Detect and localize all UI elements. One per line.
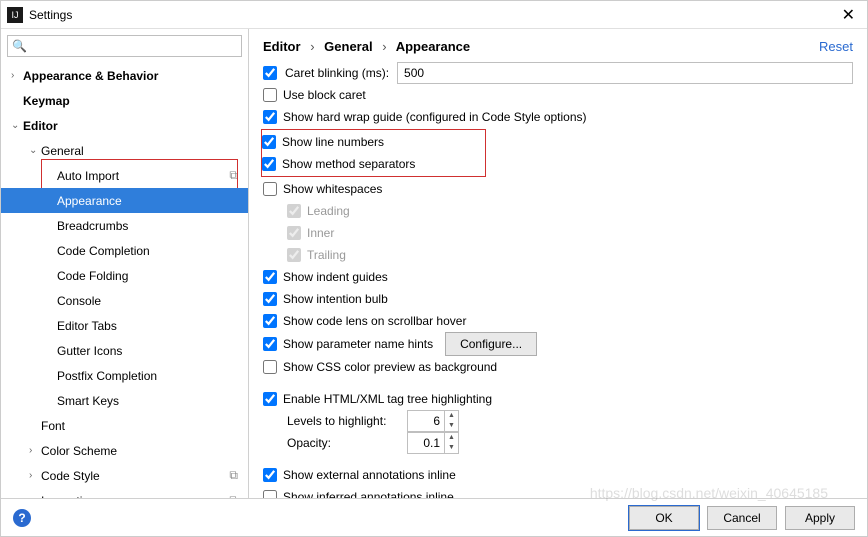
configure-button[interactable]: Configure...	[445, 332, 537, 356]
line-numbers-checkbox[interactable]	[262, 135, 276, 149]
trailing-label: Trailing	[307, 248, 346, 262]
chevron-right-icon: ›	[310, 39, 314, 54]
caret-blinking-checkbox[interactable]	[263, 66, 277, 80]
block-caret-checkbox[interactable]	[263, 88, 277, 102]
indent-guides-label: Show indent guides	[283, 270, 388, 284]
hard-wrap-label: Show hard wrap guide (configured in Code…	[283, 110, 587, 124]
tree-code-style[interactable]: ›Code Style⧉	[1, 463, 248, 488]
caret-blinking-input[interactable]	[397, 62, 853, 84]
breadcrumb: Editor › General › Appearance	[263, 39, 819, 54]
breadcrumb-general[interactable]: General	[324, 39, 372, 54]
trailing-checkbox	[287, 248, 301, 262]
levels-input[interactable]	[408, 411, 444, 431]
tag-highlight-checkbox[interactable]	[263, 392, 277, 406]
tree-code-completion[interactable]: Code Completion	[1, 238, 248, 263]
method-separators-checkbox[interactable]	[262, 157, 276, 171]
window-title: Settings	[29, 8, 836, 22]
tree-smart-keys[interactable]: Smart Keys	[1, 388, 248, 413]
inferred-annotations-label: Show inferred annotations inline	[283, 490, 454, 498]
leading-label: Leading	[307, 204, 350, 218]
copy-icon[interactable]: ⧉	[229, 493, 238, 498]
inner-label: Inner	[307, 226, 334, 240]
indent-guides-checkbox[interactable]	[263, 270, 277, 284]
breadcrumb-editor[interactable]: Editor	[263, 39, 301, 54]
copy-icon[interactable]: ⧉	[229, 468, 238, 483]
opacity-input[interactable]	[408, 433, 444, 453]
tree-breadcrumbs[interactable]: Breadcrumbs	[1, 213, 248, 238]
breadcrumb-appearance: Appearance	[396, 39, 470, 54]
tree-appearance-behavior[interactable]: ›Appearance & Behavior	[1, 63, 248, 88]
search-input[interactable]	[31, 37, 237, 55]
tree-keymap[interactable]: Keymap	[1, 88, 248, 113]
css-preview-checkbox[interactable]	[263, 360, 277, 374]
tree-editor-tabs[interactable]: Editor Tabs	[1, 313, 248, 338]
caret-blinking-label: Caret blinking (ms):	[285, 66, 389, 80]
code-lens-label: Show code lens on scrollbar hover	[283, 314, 466, 328]
ok-button[interactable]: OK	[629, 506, 699, 530]
levels-spinner[interactable]: ▲▼	[407, 410, 459, 432]
inner-checkbox	[287, 226, 301, 240]
apply-button[interactable]: Apply	[785, 506, 855, 530]
tag-highlight-label: Enable HTML/XML tag tree highlighting	[283, 392, 492, 406]
hard-wrap-checkbox[interactable]	[263, 110, 277, 124]
method-separators-label: Show method separators	[282, 157, 415, 171]
intention-bulb-checkbox[interactable]	[263, 292, 277, 306]
tree-gutter-icons[interactable]: Gutter Icons	[1, 338, 248, 363]
opacity-spinner[interactable]: ▲▼	[407, 432, 459, 454]
tree-general[interactable]: ⌄General	[1, 138, 248, 163]
tree-inspections[interactable]: Inspections⧉	[1, 488, 248, 498]
settings-tree[interactable]: ›Appearance & Behavior Keymap ⌄Editor ⌄G…	[1, 61, 248, 498]
opacity-label: Opacity:	[287, 436, 407, 450]
ext-annotations-checkbox[interactable]	[263, 468, 277, 482]
param-hints-label: Show parameter name hints	[283, 337, 433, 351]
whitespaces-label: Show whitespaces	[283, 182, 382, 196]
tree-font[interactable]: Font	[1, 413, 248, 438]
tree-appearance[interactable]: Appearance	[1, 188, 248, 213]
tree-editor[interactable]: ⌄Editor	[1, 113, 248, 138]
chevron-up-icon[interactable]: ▲	[445, 411, 458, 421]
param-hints-checkbox[interactable]	[263, 337, 277, 351]
intention-bulb-label: Show intention bulb	[283, 292, 388, 306]
search-icon: 🔍	[12, 39, 27, 53]
code-lens-checkbox[interactable]	[263, 314, 277, 328]
copy-icon[interactable]: ⧉	[229, 168, 238, 183]
close-icon[interactable]: ✕	[836, 5, 861, 25]
tree-console[interactable]: Console	[1, 288, 248, 313]
whitespaces-checkbox[interactable]	[263, 182, 277, 196]
leading-checkbox	[287, 204, 301, 218]
chevron-right-icon: ›	[382, 39, 386, 54]
help-icon[interactable]: ?	[13, 509, 31, 527]
tree-code-folding[interactable]: Code Folding	[1, 263, 248, 288]
search-input-wrap[interactable]: 🔍	[7, 35, 242, 57]
levels-label: Levels to highlight:	[287, 414, 407, 428]
line-numbers-label: Show line numbers	[282, 135, 384, 149]
tree-postfix-completion[interactable]: Postfix Completion	[1, 363, 248, 388]
reset-link[interactable]: Reset	[819, 39, 853, 54]
ext-annotations-label: Show external annotations inline	[283, 468, 456, 482]
app-icon: IJ	[7, 7, 23, 23]
inferred-annotations-checkbox[interactable]	[263, 490, 277, 498]
css-preview-label: Show CSS color preview as background	[283, 360, 497, 374]
cancel-button[interactable]: Cancel	[707, 506, 777, 530]
block-caret-label: Use block caret	[283, 88, 366, 102]
tree-color-scheme[interactable]: ›Color Scheme	[1, 438, 248, 463]
chevron-down-icon[interactable]: ▼	[445, 421, 458, 431]
chevron-down-icon[interactable]: ▼	[445, 443, 458, 453]
chevron-up-icon[interactable]: ▲	[445, 433, 458, 443]
tree-auto-import[interactable]: Auto Import⧉	[1, 163, 248, 188]
